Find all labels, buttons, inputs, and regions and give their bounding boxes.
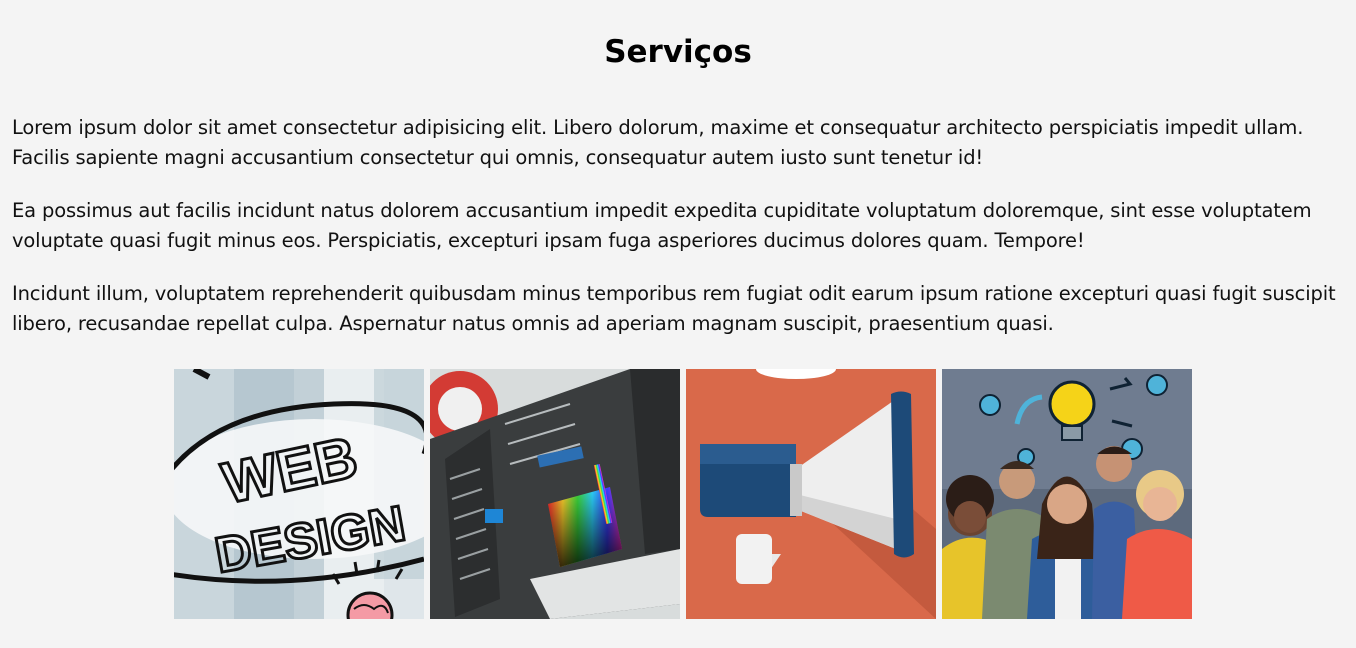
services-text: Lorem ipsum dolor sit amet consectetur a… xyxy=(12,113,1348,362)
image-gallery: WEB DESIGN xyxy=(174,369,1192,619)
megaphone-image xyxy=(686,369,936,619)
paragraph-1: Lorem ipsum dolor sit amet consectetur a… xyxy=(12,116,1304,169)
paragraph-2: Ea possimus aut facilis incidunt natus d… xyxy=(12,199,1312,252)
web-design-image: WEB DESIGN xyxy=(174,369,424,619)
services-page: Serviços Lorem ipsum dolor sit amet cons… xyxy=(0,0,1356,648)
paragraph-3: Incidunt illum, voluptatem reprehenderit… xyxy=(12,282,1336,335)
graphic-editor-image xyxy=(430,369,680,619)
team-ideas-image xyxy=(942,369,1192,619)
section-title: Serviços xyxy=(604,34,752,70)
